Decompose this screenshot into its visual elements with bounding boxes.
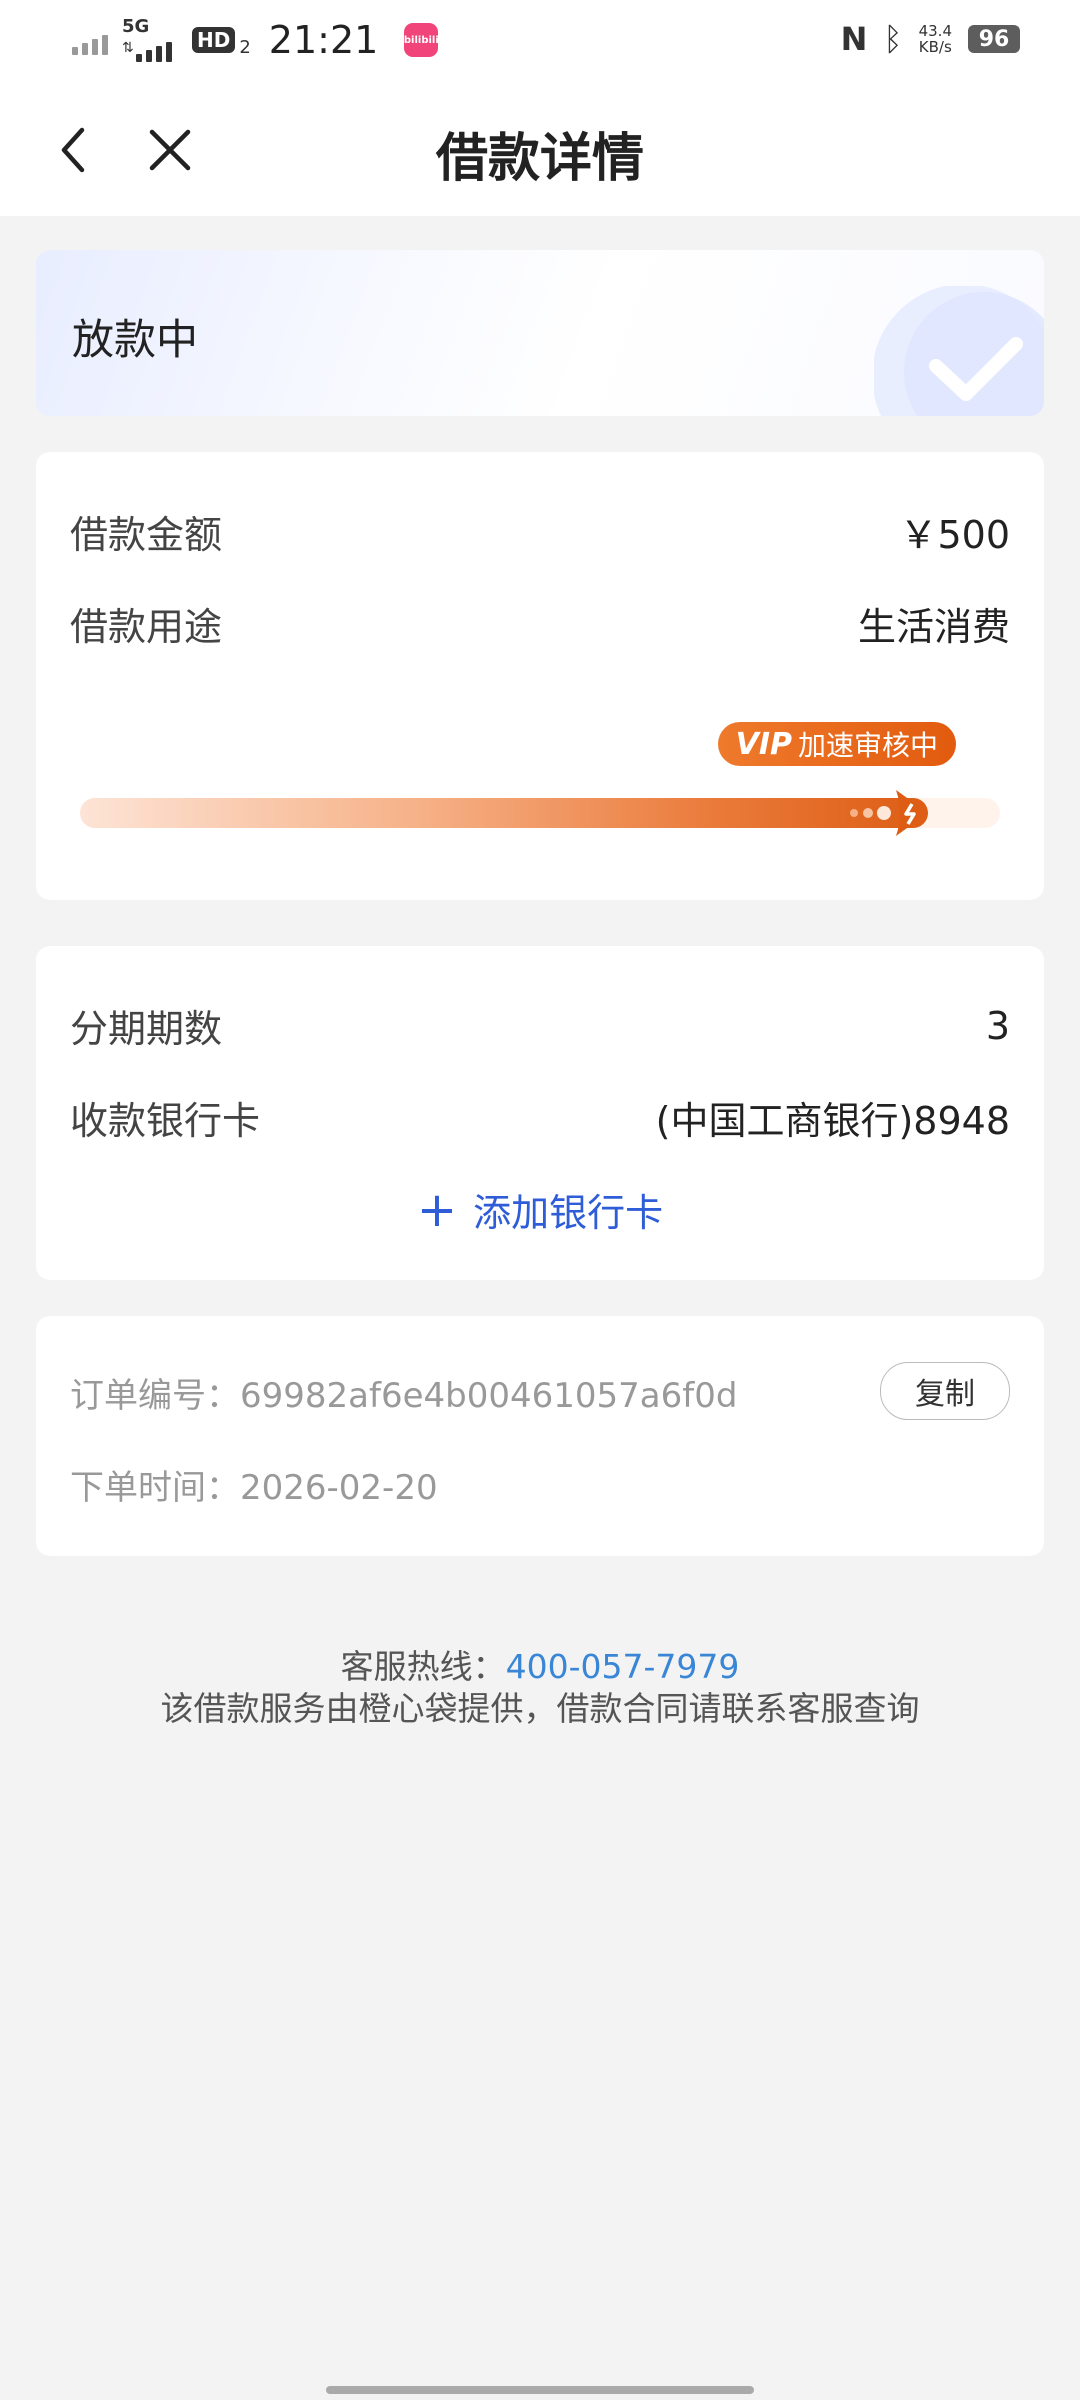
status-bar: 5G ⇅ HD 2 21:21 bilibili N ᛒ 43.4 KB/s 9… [0,0,1080,86]
battery-icon: 96 [968,25,1020,53]
vip-accelerate-badge: VIP 加速审核中 [717,722,956,766]
copy-button-label: 复制 [915,1377,975,1412]
vip-badge-text: 加速审核中 [797,729,938,762]
order-number-row: 订单编号：69982af6e4b00461057a6f0d [70,1368,737,1417]
order-number-label: 订单编号： [70,1376,240,1416]
bank-card-value: (中国工商银行)8948 [655,1099,1010,1143]
hotline-label: 客服热线： [340,1647,506,1686]
navigation-header: 借款详情 [0,86,1080,216]
status-bar-right: N ᛒ 43.4 KB/s 96 [841,20,1020,58]
hotline-number-link[interactable]: 400-057-7979 [506,1647,740,1686]
network-5g-indicator: 5G ⇅ [122,16,178,62]
review-progress: VIP 加速审核中 [80,722,1000,872]
data-arrows-icon: ⇅ [122,40,134,56]
page-title: 借款详情 [435,129,644,189]
speed-unit: KB/s [918,38,952,56]
loan-amount-label: 借款金额 [70,513,223,557]
order-time-value: 2026-02-20 [240,1468,438,1508]
service-footer: 客服热线：400-057-7979 该借款服务由橙心袋提供，借款合同请联系客服查… [0,1646,1080,1730]
speed-value: 43.4 [918,22,952,40]
hd-voice-icon: HD [192,27,236,53]
loan-purpose-row: 借款用途 生活消费 [70,596,1010,651]
bank-card-row[interactable]: 收款银行卡 (中国工商银行)8948 [70,1090,1010,1145]
check-circle-icon [874,286,1044,416]
order-time-label: 下单时间： [70,1468,240,1508]
plus-icon: + [416,1181,458,1238]
status-time: 21:21 [268,18,379,62]
hotline-row: 客服热线：400-057-7979 [0,1646,1080,1688]
loan-amount-value: ￥500 [899,513,1010,557]
rocket-icon [850,790,928,836]
installments-value: 3 [985,1003,1010,1048]
order-time-row: 下单时间：2026-02-20 [70,1460,438,1509]
loan-purpose-value: 生活消费 [857,605,1010,649]
loan-info-card: 借款金额 ￥500 借款用途 生活消费 VIP 加速审核中 [36,452,1044,900]
loan-purpose-label: 借款用途 [70,605,223,649]
network-speed: 43.4 KB/s [919,23,952,55]
bilibili-app-icon: bilibili [403,23,439,57]
signal-icon-sim2 [136,32,172,62]
order-info-card: 订单编号：69982af6e4b00461057a6f0d 复制 下单时间：20… [36,1316,1044,1556]
installments-label: 分期期数 [70,1007,223,1051]
bank-card-label: 收款银行卡 [70,1099,261,1143]
signal-icon-sim1 [72,25,108,55]
loan-status-text: 放款中 [72,315,199,364]
order-number-value: 69982af6e4b00461057a6f0d [240,1376,738,1416]
service-provider-note: 该借款服务由橙心袋提供，借款合同请联系客服查询 [160,1689,920,1728]
battery-level: 96 [978,26,1010,52]
loan-status-card: 放款中 [36,250,1044,416]
loan-amount-row: 借款金额 ￥500 [70,504,1010,559]
home-indicator[interactable] [326,2386,754,2394]
copy-order-number-button[interactable]: 复制 [880,1362,1010,1420]
nfc-icon: N [840,20,868,58]
repayment-info-card: 分期期数 3 收款银行卡 (中国工商银行)8948 + 添加银行卡 [36,946,1044,1280]
progress-bar-fill [80,798,928,828]
add-bank-card-button[interactable]: + 添加银行卡 [36,1182,1044,1237]
hd-sim-index: 2 [239,36,251,58]
status-bar-left: 5G ⇅ HD 2 21:21 bilibili [72,16,439,62]
app-icon-label: bilibili [403,34,439,46]
vip-mark: VIP [735,726,792,762]
bluetooth-icon: ᛒ [883,20,903,58]
add-bank-card-label: 添加银行卡 [473,1191,664,1235]
installments-row: 分期期数 3 [70,998,1010,1053]
